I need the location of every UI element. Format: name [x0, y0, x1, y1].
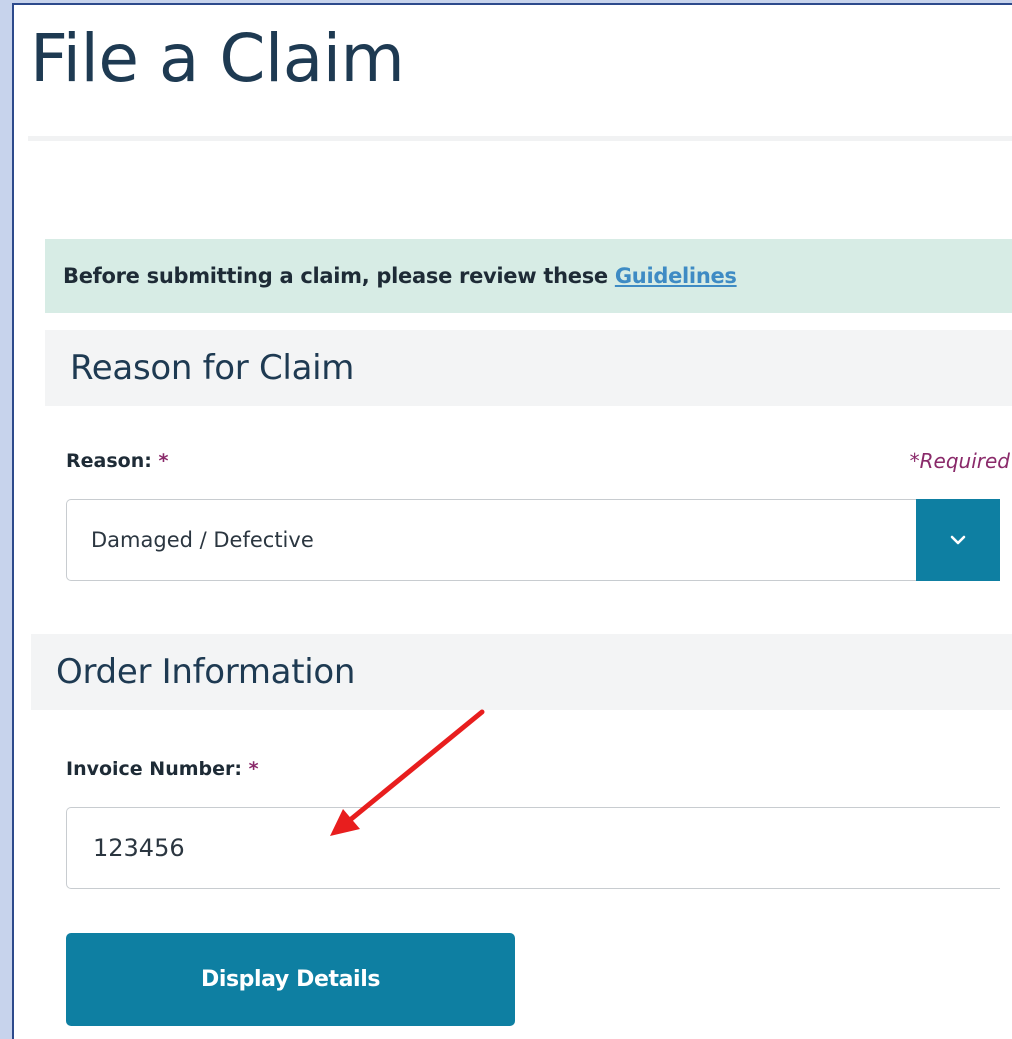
invoice-label: Invoice Number: *: [66, 758, 259, 780]
reason-label: Reason: *: [66, 450, 168, 472]
title-divider: [28, 136, 1012, 141]
reason-select-toggle[interactable]: [916, 499, 1000, 581]
reason-label-text: Reason:: [66, 450, 152, 472]
required-note: *Required: [909, 449, 1010, 473]
page-title: File a Claim: [30, 20, 405, 97]
reason-select-value: Damaged / Defective: [91, 528, 314, 552]
invoice-required-asterisk: *: [248, 758, 259, 780]
chevron-down-icon: [950, 535, 966, 545]
guidelines-link[interactable]: Guidelines: [615, 264, 737, 288]
order-section-header: Order Information: [31, 634, 1012, 710]
notice-message: Before submitting a claim, please review…: [63, 264, 615, 288]
invoice-number-input[interactable]: [66, 807, 1000, 889]
guidelines-notice: Before submitting a claim, please review…: [45, 239, 1012, 313]
display-details-button[interactable]: Display Details: [66, 933, 515, 1026]
reason-required-asterisk: *: [158, 450, 169, 472]
reason-section-header: Reason for Claim: [45, 330, 1012, 406]
reason-section-title: Reason for Claim: [70, 348, 355, 388]
reason-select[interactable]: Damaged / Defective: [66, 499, 1000, 581]
invoice-label-text: Invoice Number:: [66, 758, 242, 780]
order-section-title: Order Information: [56, 652, 356, 692]
notice-text: Before submitting a claim, please review…: [63, 264, 737, 288]
